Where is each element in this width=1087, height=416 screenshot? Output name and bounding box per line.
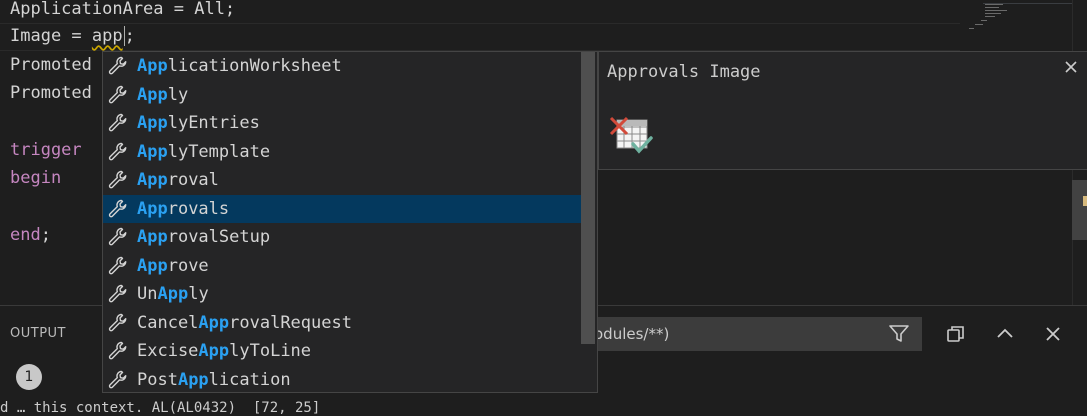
- suggestion-label: PostApplication: [137, 369, 291, 390]
- suggestion-label: Approve: [137, 255, 209, 276]
- suggestion-details: Approvals Image: [598, 51, 1087, 170]
- problem-count-badge: 1: [16, 364, 42, 390]
- scrollbar-marker: [1083, 196, 1087, 206]
- suggestion-label: ExciseApplyToLine: [137, 341, 312, 361]
- filter-text: odules/**): [594, 325, 670, 343]
- suggestion-item[interactable]: Approve: [103, 252, 583, 280]
- close-panel-icon[interactable]: [1041, 322, 1065, 346]
- wrench-icon: [108, 256, 127, 274]
- suggestion-list[interactable]: ApplicationWorksheet Apply ApplyEntries App…: [102, 51, 598, 393]
- suggestion-item[interactable]: ApplyTemplate: [103, 138, 583, 166]
- code-line[interactable]: trigger: [10, 136, 82, 164]
- filter-icon[interactable]: [888, 323, 910, 345]
- wrench-icon: [108, 170, 127, 189]
- output-line: d … this context. AL(AL0432) [72, 25]: [0, 400, 321, 416]
- suggestion-item[interactable]: ApplyEntries: [103, 109, 583, 137]
- wrench-icon: [108, 199, 127, 217]
- approvals-image-icon: [609, 116, 653, 154]
- wrench-icon: [108, 113, 127, 132]
- suggestion-item[interactable]: PostApplication: [103, 366, 583, 393]
- suggestion-item[interactable]: CancelApprovalRequest: [103, 309, 583, 337]
- wrench-icon: [108, 227, 127, 246]
- details-title: Approvals Image: [607, 62, 761, 82]
- suggestion-label: Approvals: [137, 198, 230, 219]
- code-text: Promoted: [10, 55, 92, 75]
- suggestion-label: UnApply: [137, 284, 209, 304]
- suggestion-item[interactable]: ApprovalSetup: [103, 223, 583, 251]
- suggestion-item[interactable]: ApplicationWorksheet: [103, 52, 583, 80]
- wrench-icon: [108, 341, 127, 360]
- keyword: begin: [10, 168, 62, 188]
- suggestion-item-selected[interactable]: Approvals: [103, 194, 583, 223]
- wrench-icon: [108, 313, 127, 331]
- filter-input[interactable]: odules/**): [590, 317, 922, 351]
- keyword: trigger: [10, 140, 82, 160]
- typed-word: app: [91, 26, 123, 46]
- suggestion-label: Apply: [137, 84, 189, 105]
- code-text: Promoted: [10, 83, 92, 103]
- chevron-up-icon[interactable]: [993, 322, 1017, 346]
- code-line[interactable]: Promoted: [10, 51, 92, 79]
- code-line[interactable]: begin: [10, 164, 61, 192]
- code-text: ;: [40, 225, 51, 245]
- wrench-icon: [108, 370, 127, 388]
- keyword: end: [10, 225, 41, 245]
- code-line[interactable]: end;: [10, 221, 51, 249]
- code-text: Image =: [10, 26, 92, 46]
- panel-title-output[interactable]: OUTPUT: [10, 326, 66, 341]
- wrench-icon: [108, 142, 127, 160]
- wrench-icon: [108, 284, 127, 303]
- editor-scrollbar-thumb[interactable]: [1072, 180, 1087, 240]
- code-text: ApplicationArea = All;: [10, 0, 236, 19]
- suggestion-item[interactable]: Apply: [103, 81, 583, 109]
- current-line-highlight: [0, 23, 960, 51]
- suggestion-label: Approval: [137, 170, 219, 190]
- wrench-icon: [108, 85, 127, 103]
- suggestion-label: ApprovalSetup: [137, 227, 271, 247]
- close-icon[interactable]: [1062, 58, 1080, 76]
- restore-panel-icon[interactable]: [944, 322, 968, 346]
- code-line[interactable]: Promoted: [10, 79, 92, 107]
- code-line[interactable]: ApplicationArea = All;: [10, 0, 235, 23]
- suggestion-scrollbar[interactable]: [581, 52, 595, 344]
- suggestion-label: ApplyTemplate: [137, 141, 271, 162]
- suggestion-item[interactable]: UnApply: [103, 280, 583, 308]
- suggestion-item[interactable]: ExciseApplyToLine: [103, 337, 583, 365]
- suggestion-label: ApplyEntries: [137, 113, 260, 133]
- suggestion-label: CancelApprovalRequest: [137, 312, 352, 333]
- code-text: ;: [124, 26, 135, 46]
- suggestion-item[interactable]: Approval: [103, 166, 583, 194]
- suggestion-label: ApplicationWorksheet: [137, 56, 342, 76]
- minimap[interactable]: [963, 0, 1073, 40]
- wrench-icon: [108, 56, 127, 75]
- code-line-current[interactable]: Image = app;: [10, 22, 135, 50]
